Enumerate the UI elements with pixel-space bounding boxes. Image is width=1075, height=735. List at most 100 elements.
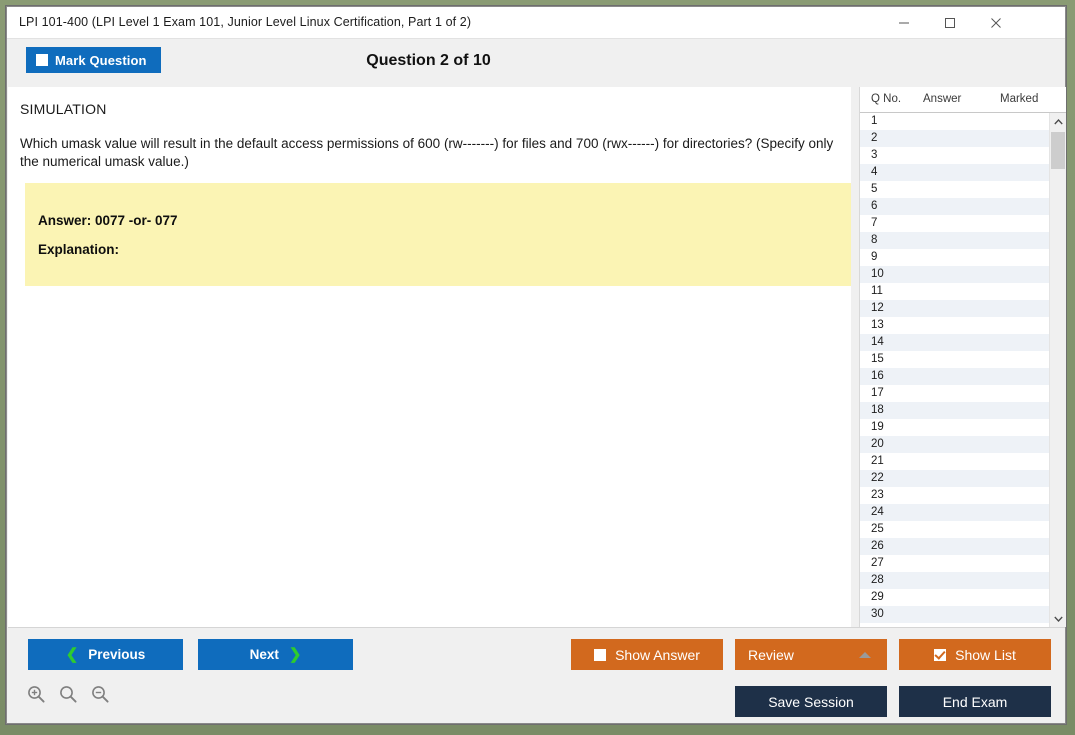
row-question-number: 30 — [871, 608, 884, 620]
question-list-row[interactable]: 5 — [860, 181, 1066, 198]
question-counter: Question 2 of 10 — [366, 52, 491, 69]
question-list-row[interactable]: 17 — [860, 385, 1066, 402]
question-list-row[interactable]: 28 — [860, 572, 1066, 589]
row-question-number: 16 — [871, 370, 884, 382]
question-content-pane: SIMULATION Which umask value will result… — [8, 87, 851, 627]
scroll-down-button[interactable] — [1050, 610, 1066, 627]
question-list-row[interactable]: 3 — [860, 147, 1066, 164]
header-bar: Mark Question Question 2 of 10 — [7, 39, 1065, 87]
scroll-up-button[interactable] — [1050, 113, 1066, 130]
question-list-row[interactable]: 15 — [860, 351, 1066, 368]
screen: LPI 101-400 (LPI Level 1 Exam 101, Junio… — [0, 0, 1075, 735]
scrollbar-thumb[interactable] — [1051, 132, 1065, 169]
row-question-number: 28 — [871, 574, 884, 586]
row-question-number: 21 — [871, 455, 884, 467]
chevron-right-icon: ❯ — [288, 646, 302, 663]
row-question-number: 23 — [871, 489, 884, 501]
minimize-button[interactable] — [881, 7, 927, 38]
question-list-header: Q No. Answer Marked — [860, 87, 1066, 113]
save-session-button[interactable]: Save Session — [735, 686, 887, 717]
next-label: Next — [249, 647, 279, 662]
question-list-panel: Q No. Answer Marked 1 2 3 4 5 6 7 8 9 10 11 12 13 14 1… — [859, 87, 1066, 627]
question-list-row[interactable]: 9 — [860, 249, 1066, 266]
question-list-row[interactable]: 26 — [860, 538, 1066, 555]
question-list-row[interactable]: 2 — [860, 130, 1066, 147]
row-question-number: 19 — [871, 421, 884, 433]
show-list-checkbox[interactable] — [934, 648, 947, 661]
question-type-label: SIMULATION — [20, 101, 107, 117]
question-list-row[interactable]: 14 — [860, 334, 1066, 351]
previous-label: Previous — [88, 647, 146, 662]
maximize-button[interactable] — [927, 7, 973, 38]
row-question-number: 11 — [871, 285, 883, 297]
row-question-number: 4 — [871, 166, 878, 178]
caret-up-icon — [859, 651, 871, 658]
question-list-row[interactable]: 11 — [860, 283, 1066, 300]
row-question-number: 15 — [871, 353, 884, 365]
question-list-row[interactable]: 23 — [860, 487, 1066, 504]
question-list-row[interactable]: 30 — [860, 606, 1066, 623]
chevron-up-icon — [1053, 118, 1063, 124]
next-button[interactable]: Next ❯ — [198, 639, 353, 670]
question-list-row[interactable]: 4 — [860, 164, 1066, 181]
question-list-row[interactable]: 7 — [860, 215, 1066, 232]
bottom-toolbar: ❮ Previous Next ❯ Show Answer Review Sho… — [8, 627, 1065, 723]
row-question-number: 20 — [871, 438, 884, 450]
question-list-scrollbar[interactable] — [1049, 113, 1066, 627]
application-window: LPI 101-400 (LPI Level 1 Exam 101, Junio… — [6, 6, 1066, 724]
column-header-answer: Answer — [923, 93, 962, 105]
show-answer-button[interactable]: Show Answer — [571, 639, 723, 670]
row-question-number: 18 — [871, 404, 884, 416]
question-list-row[interactable]: 22 — [860, 470, 1066, 487]
question-list-row[interactable]: 19 — [860, 419, 1066, 436]
show-list-button[interactable]: Show List — [899, 639, 1051, 670]
question-list-body[interactable]: 1 2 3 4 5 6 7 8 9 10 11 12 13 14 15 16 17 18 19 20 21 22 23 24 2… — [860, 113, 1066, 627]
row-question-number: 6 — [871, 200, 878, 212]
row-question-number: 12 — [871, 302, 884, 314]
question-list-row[interactable]: 8 — [860, 232, 1066, 249]
show-answer-checkbox[interactable] — [594, 648, 607, 661]
row-question-number: 27 — [871, 557, 884, 569]
question-list-row[interactable]: 20 — [860, 436, 1066, 453]
question-list-row[interactable]: 27 — [860, 555, 1066, 572]
question-list-row[interactable]: 24 — [860, 504, 1066, 521]
row-question-number: 25 — [871, 523, 884, 535]
answer-panel: Answer: 0077 -or- 077 Explanation: — [25, 183, 851, 286]
row-question-number: 3 — [871, 149, 878, 161]
end-exam-button[interactable]: End Exam — [899, 686, 1051, 717]
explanation-label: Explanation: — [38, 242, 120, 257]
question-list-row[interactable]: 21 — [860, 453, 1066, 470]
question-list-row[interactable]: 6 — [860, 198, 1066, 215]
question-list-row[interactable]: 25 — [860, 521, 1066, 538]
show-list-label: Show List — [955, 646, 1016, 663]
zoom-icon[interactable] — [58, 684, 78, 704]
zoom-in-icon[interactable] — [26, 684, 46, 704]
previous-button[interactable]: ❮ Previous — [28, 639, 183, 670]
minimize-icon — [899, 22, 909, 23]
row-question-number: 1 — [871, 115, 878, 127]
question-list-row[interactable]: 1 — [860, 113, 1066, 130]
review-dropdown[interactable]: Review — [735, 639, 887, 670]
review-label: Review — [748, 646, 794, 663]
answer-label: Answer: 0077 -or- 077 — [38, 213, 178, 228]
row-question-number: 8 — [871, 234, 878, 246]
question-text: Which umask value will result in the def… — [20, 136, 834, 169]
row-question-number: 24 — [871, 506, 884, 518]
question-list-row[interactable]: 13 — [860, 317, 1066, 334]
column-header-qno: Q No. — [871, 93, 902, 105]
chevron-down-icon — [1053, 616, 1063, 622]
question-list-row[interactable]: 16 — [860, 368, 1066, 385]
question-list-row[interactable]: 29 — [860, 589, 1066, 606]
close-button[interactable] — [973, 7, 1019, 38]
question-list-row[interactable]: 12 — [860, 300, 1066, 317]
row-question-number: 7 — [871, 217, 878, 229]
row-question-number: 26 — [871, 540, 884, 552]
question-list-row[interactable]: 18 — [860, 402, 1066, 419]
window-title: LPI 101-400 (LPI Level 1 Exam 101, Junio… — [19, 15, 472, 29]
end-exam-label: End Exam — [942, 693, 1008, 710]
show-answer-label: Show Answer — [615, 646, 700, 663]
question-list-row[interactable]: 10 — [860, 266, 1066, 283]
row-question-number: 13 — [871, 319, 884, 331]
zoom-out-icon[interactable] — [90, 684, 110, 704]
row-question-number: 29 — [871, 591, 884, 603]
